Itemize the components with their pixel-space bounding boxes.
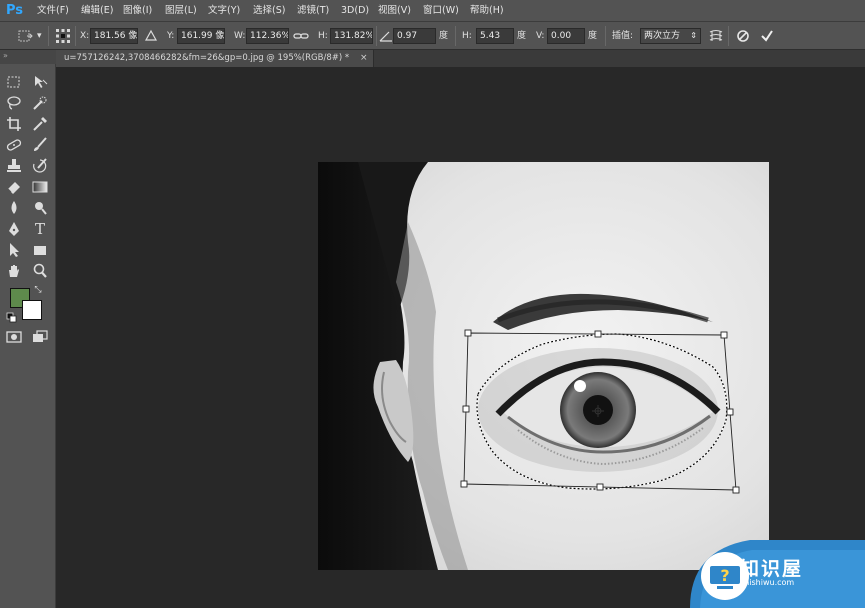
swap-colors-icon[interactable]: ⤡ [32, 284, 44, 296]
commit-icon[interactable] [758, 27, 776, 45]
separator [455, 26, 456, 46]
close-icon[interactable]: × [360, 52, 368, 65]
zoom-icon[interactable] [30, 261, 50, 281]
pen-icon[interactable] [4, 219, 24, 239]
menu-help[interactable]: 帮助(H) [470, 3, 504, 19]
menu-layer[interactable]: 图层(L) [165, 3, 197, 19]
watermark-subtitle: zhishiwu.com [740, 578, 795, 587]
interpolation-select[interactable]: 两次立方 ⇕ [640, 28, 701, 44]
crop-icon[interactable] [4, 114, 24, 134]
default-colors-icon[interactable] [6, 310, 18, 323]
skew-horizontal-field[interactable]: 5.43 [476, 28, 514, 44]
move-icon[interactable] [30, 72, 50, 92]
transform-tool-icon[interactable] [16, 27, 34, 45]
toolbox-grip[interactable]: » [0, 50, 56, 64]
history-brush-icon[interactable] [30, 156, 50, 176]
document-tab[interactable]: u=757126242,3708466282&fm=26&gp=0.jpg @ … [56, 50, 374, 67]
link-icon[interactable] [292, 27, 310, 45]
document-tab-title: u=757126242,3708466282&fm=26&gp=0.jpg @ … [64, 53, 350, 63]
w-label: W: [234, 31, 246, 41]
preset-arrow-icon[interactable]: ▾ [37, 30, 42, 42]
reference-point-icon[interactable] [54, 27, 72, 45]
rotation-angle-unit: 度 [439, 31, 449, 41]
dodge-icon[interactable] [30, 198, 50, 218]
eraser-icon[interactable] [4, 177, 24, 197]
cancel-icon[interactable] [734, 27, 752, 45]
skew-v-unit: 度 [588, 31, 598, 41]
quick-select-icon[interactable] [30, 93, 50, 113]
menu-view[interactable]: 视图(V) [378, 3, 411, 19]
warp-icon[interactable] [707, 27, 725, 45]
brush-icon[interactable] [30, 135, 50, 155]
document-tab-bar: u=757126242,3708466282&fm=26&gp=0.jpg @ … [56, 50, 865, 67]
svg-text:?: ? [720, 566, 729, 585]
background-color-swatch[interactable] [22, 300, 42, 320]
menu-window[interactable]: 窗口(W) [423, 3, 459, 19]
height-field[interactable]: 131.82% [330, 28, 373, 44]
skew-h-label: H: [462, 31, 472, 41]
toolbox: » T ⤡ [0, 50, 56, 608]
marquee-icon[interactable] [4, 72, 24, 92]
type-icon[interactable]: T [30, 219, 50, 239]
y-position-field[interactable]: 161.99 像 [177, 28, 225, 44]
interpolation-value: 两次立方 [644, 31, 681, 41]
document-image [318, 162, 769, 570]
rectangle-icon[interactable] [30, 240, 50, 260]
collapse-arrows-icon[interactable]: » [3, 51, 8, 60]
x-position-field[interactable]: 181.56 像 [90, 28, 138, 44]
menu-3d[interactable]: 3D(D) [341, 3, 369, 19]
separator [75, 26, 76, 46]
y-label: Y: [167, 31, 175, 41]
screen-mode-icon[interactable] [30, 327, 50, 347]
skew-h-unit: 度 [517, 31, 527, 41]
relative-position-icon[interactable] [142, 27, 160, 45]
menu-type[interactable]: 文字(Y) [208, 3, 240, 19]
separator [48, 26, 49, 46]
menu-bar: Ps 文件(F) 编辑(E) 图像(I) 图层(L) 文字(Y) 选择(S) 滤… [0, 0, 865, 22]
menu-select[interactable]: 选择(S) [253, 3, 285, 19]
interpolation-label: 插值: [612, 31, 634, 41]
quick-mask-icon[interactable] [4, 327, 24, 347]
separator [605, 26, 606, 46]
rotation-angle-field[interactable]: 0.97 [393, 28, 436, 44]
h-label: H: [318, 31, 328, 41]
lasso-icon[interactable] [4, 93, 24, 113]
width-field[interactable]: 112.36% [246, 28, 289, 44]
separator [728, 26, 729, 46]
gradient-icon[interactable] [30, 177, 50, 197]
x-label: X: [80, 31, 90, 41]
watermark-title: 知识屋 [740, 558, 804, 580]
blur-icon[interactable] [4, 198, 24, 218]
document-canvas[interactable] [318, 162, 769, 570]
photoshop-logo: Ps [6, 3, 24, 18]
healing-icon[interactable] [4, 135, 24, 155]
menu-filter[interactable]: 滤镜(T) [297, 3, 329, 19]
options-bar: ▾ X: 181.56 像 Y: 161.99 像 W: 112.36% H: … [0, 22, 865, 50]
skew-v-label: V: [536, 31, 545, 41]
clone-stamp-icon[interactable] [4, 156, 24, 176]
menu-file[interactable]: 文件(F) [37, 3, 69, 19]
eyedropper-icon[interactable] [30, 114, 50, 134]
path-select-icon[interactable] [4, 240, 24, 260]
menu-edit[interactable]: 编辑(E) [81, 3, 113, 19]
chevron-down-icon: ⇕ [690, 31, 697, 40]
hand-icon[interactable] [4, 261, 24, 281]
menu-image[interactable]: 图像(I) [123, 3, 152, 19]
skew-vertical-field[interactable]: 0.00 [547, 28, 585, 44]
